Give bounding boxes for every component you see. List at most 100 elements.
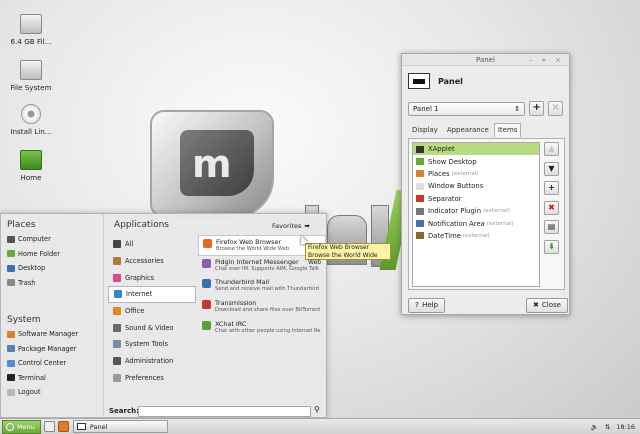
panel-item-row[interactable]: Notification Area (external) bbox=[413, 217, 539, 229]
taskbar-window-label: Panel bbox=[89, 422, 108, 431]
category-icon bbox=[113, 373, 121, 382]
tab-bar: Display Appearance Items bbox=[402, 116, 569, 137]
firefox-launcher-icon[interactable] bbox=[57, 421, 69, 432]
close-button[interactable]: ✖ Close bbox=[526, 298, 568, 313]
category-item[interactable]: Internet bbox=[108, 286, 196, 303]
category-item[interactable]: Accessories bbox=[108, 253, 196, 270]
tab-items[interactable]: Items bbox=[493, 123, 522, 137]
panel-item-label: Indicator Plugin bbox=[428, 207, 482, 216]
panel-item-row[interactable]: Show Desktop bbox=[413, 155, 539, 167]
category-item[interactable]: All bbox=[108, 236, 196, 253]
remove-panel-button[interactable]: × bbox=[548, 101, 563, 116]
desktop-icon-install[interactable]: Install Lin... bbox=[0, 104, 62, 136]
app-icon bbox=[202, 300, 211, 310]
panel-selector[interactable]: Panel 1 ⇕ bbox=[408, 101, 526, 116]
app-item[interactable]: Transmission Download and share files ove… bbox=[198, 297, 326, 318]
category-item[interactable]: Sound & Video bbox=[108, 319, 196, 336]
category-label: Internet bbox=[126, 290, 153, 299]
desktop-icon-filesystem[interactable]: File System bbox=[0, 60, 62, 92]
places-item[interactable]: Trash bbox=[1, 276, 103, 291]
add-item-button[interactable]: + bbox=[544, 181, 559, 195]
clock[interactable]: 18:16 bbox=[616, 423, 635, 431]
app-description: Chat with other people using Internet Re… bbox=[215, 327, 321, 334]
window-titlebar[interactable]: Panel – + × bbox=[402, 54, 569, 66]
volume-icon[interactable]: 🔈 bbox=[591, 423, 599, 431]
panel-item-icon bbox=[416, 207, 424, 215]
system-item[interactable]: Logout bbox=[1, 385, 103, 400]
panel-item-row[interactable]: Places (external) bbox=[413, 168, 539, 180]
desktop-icon-home[interactable]: Home bbox=[0, 150, 62, 182]
category-item[interactable]: Graphics bbox=[108, 269, 196, 286]
search-input[interactable] bbox=[138, 406, 311, 417]
tab-display[interactable]: Display bbox=[408, 123, 442, 137]
panel-item-row[interactable]: Indicator Plugin (external) bbox=[413, 205, 539, 217]
app-name: XChat IRC bbox=[215, 319, 247, 328]
add-panel-button[interactable]: + bbox=[529, 101, 545, 116]
app-icon bbox=[203, 239, 212, 248]
panel-item-row[interactable]: Window Buttons bbox=[413, 180, 539, 192]
network-icon[interactable]: ⇅ bbox=[605, 423, 610, 431]
panel-items-list[interactable]: XApplet Show Desktop Places (external) Windo… bbox=[412, 142, 540, 287]
search-label: Search: bbox=[109, 407, 139, 415]
desktop-icon-drive[interactable]: 6.4 GB Fil... bbox=[0, 14, 62, 46]
menu-button-label: Menu bbox=[17, 422, 35, 431]
places-item[interactable]: Home Folder bbox=[1, 247, 103, 262]
places-item-label: Computer bbox=[18, 235, 51, 244]
category-item[interactable]: Administration bbox=[108, 353, 196, 370]
places-item-icon bbox=[7, 279, 15, 287]
window-heading: Panel bbox=[438, 76, 463, 86]
system-item-icon bbox=[7, 388, 15, 396]
mint-logo: m bbox=[150, 110, 274, 218]
menu-button[interactable]: Menu bbox=[2, 419, 41, 434]
export-item-button[interactable]: ⬇ bbox=[544, 239, 559, 254]
system-heading: System bbox=[7, 315, 41, 325]
places-item[interactable]: Computer bbox=[1, 232, 103, 247]
taskbar-window-panel[interactable]: Panel bbox=[72, 420, 168, 433]
search-icon[interactable]: ⚲ bbox=[314, 405, 320, 414]
close-icon: ✖ bbox=[533, 301, 539, 309]
system-item-label: Terminal bbox=[18, 373, 46, 382]
system-item[interactable]: Control Center bbox=[1, 356, 103, 371]
places-item[interactable]: Desktop bbox=[1, 261, 103, 276]
remove-item-button[interactable]: ✖ bbox=[544, 200, 559, 215]
app-description: Chat over IM. Supports AIM, Google Talk bbox=[215, 265, 319, 272]
app-icon bbox=[202, 279, 211, 289]
category-label: All bbox=[125, 240, 134, 249]
panel-window-icon bbox=[76, 423, 86, 430]
edit-item-button[interactable]: ▤ bbox=[544, 220, 559, 234]
panel-selector-value: Panel 1 bbox=[413, 104, 439, 113]
category-icon bbox=[113, 340, 121, 349]
move-up-button[interactable]: ▲ bbox=[544, 142, 559, 156]
tooltip: Firefox Web Browser Browse the World Wid… bbox=[305, 243, 391, 266]
category-item[interactable]: Preferences bbox=[108, 370, 196, 387]
places-item-icon bbox=[7, 264, 15, 272]
system-list: Software Manager Package Manager Control C… bbox=[1, 327, 103, 400]
window-controls[interactable]: – + × bbox=[529, 54, 564, 66]
help-button[interactable]: ? Help bbox=[408, 298, 446, 313]
panel-item-row[interactable]: XApplet bbox=[413, 143, 539, 156]
favorites-button[interactable]: Favorites ➡ bbox=[272, 222, 310, 230]
close-label: Close bbox=[541, 301, 561, 309]
move-down-button[interactable]: ▼ bbox=[544, 161, 559, 176]
places-item-label: Desktop bbox=[18, 264, 46, 273]
panel-item-label: Window Buttons bbox=[428, 182, 484, 191]
category-item[interactable]: System Tools bbox=[108, 336, 196, 353]
category-label: Preferences bbox=[125, 373, 164, 382]
panel-item-label: XApplet bbox=[428, 145, 455, 154]
system-item[interactable]: Package Manager bbox=[1, 342, 103, 357]
panel-item-label: Places bbox=[428, 169, 450, 178]
app-item[interactable]: XChat IRC Chat with other people using In… bbox=[198, 318, 326, 339]
panel-item-row[interactable]: DateTime (external) bbox=[413, 230, 539, 242]
show-desktop-launcher-icon[interactable] bbox=[43, 421, 55, 432]
app-item[interactable]: Thunderbird Mail Send and receive mail wi… bbox=[198, 276, 326, 297]
system-item[interactable]: Terminal bbox=[1, 371, 103, 386]
panel-item-row[interactable]: Separator bbox=[413, 193, 539, 205]
help-label: Help bbox=[422, 301, 439, 309]
category-item[interactable]: Office bbox=[108, 303, 196, 320]
app-description: Download and share files over BitTorrent bbox=[215, 307, 321, 314]
category-icon bbox=[114, 290, 122, 299]
menu-left-column: Places Computer Home Folder Desktop Trash S… bbox=[1, 214, 104, 418]
system-item-icon bbox=[7, 330, 15, 338]
tab-appearance[interactable]: Appearance bbox=[443, 123, 493, 137]
system-item[interactable]: Software Manager bbox=[1, 327, 103, 342]
